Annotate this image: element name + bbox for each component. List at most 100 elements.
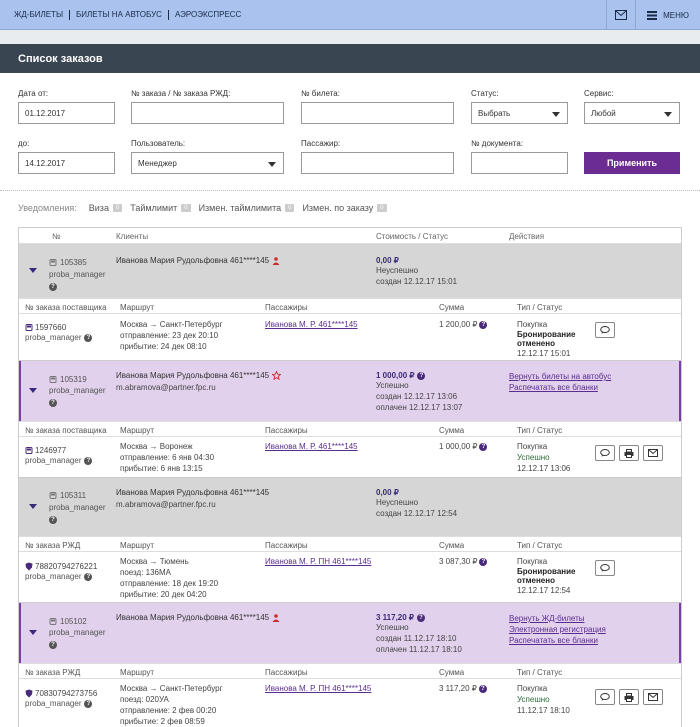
- notifications-bar: Уведомления: Виза 0 Таймлимит 0 Измен. тай…: [18, 203, 395, 213]
- help-icon[interactable]: ?: [84, 333, 93, 342]
- notif-timelimit[interactable]: Таймлимит 0: [130, 203, 191, 213]
- sub-header: № заказа РЖД Маршрут Пассажиры Сумма Тип…: [19, 663, 681, 679]
- route: Москва → Санкт-Петербург: [120, 684, 223, 693]
- passenger-input[interactable]: [301, 152, 454, 174]
- passenger-link[interactable]: Иванова М. Р. ПН 461****145: [265, 556, 371, 567]
- nav-rail-tickets[interactable]: ЖД-БИЛЕТЫ: [14, 10, 71, 20]
- help-icon[interactable]: ?: [479, 320, 488, 329]
- help-icon[interactable]: ?: [49, 397, 57, 407]
- sub-col-type: Тип / Статус: [517, 668, 563, 677]
- help-icon[interactable]: ?: [84, 572, 93, 581]
- caret-down-icon[interactable]: [29, 388, 37, 393]
- departure: отправление: 2 фев 00:20: [120, 706, 217, 715]
- comment-button[interactable]: [595, 689, 615, 705]
- document-number-label: № документа:: [471, 139, 524, 148]
- date-to-label: до:: [18, 139, 30, 148]
- help-icon[interactable]: ?: [49, 639, 57, 649]
- train-icon: [49, 491, 57, 499]
- email-button[interactable]: [643, 445, 663, 461]
- sub-col-route: Маршрут: [120, 303, 155, 312]
- date-from-input[interactable]: 01.12.2017: [18, 102, 115, 124]
- print-button[interactable]: [619, 689, 639, 705]
- help-icon[interactable]: ?: [84, 699, 93, 708]
- date-to-input[interactable]: 14.12.2017: [18, 152, 115, 174]
- comment-button[interactable]: [595, 560, 615, 576]
- ticket-manager: proba_manager?: [25, 572, 93, 581]
- passenger-link[interactable]: Иванова М. Р. ПН 461****145: [265, 683, 371, 694]
- help-icon[interactable]: ?: [49, 514, 57, 524]
- ticket-row: 1597660 proba_manager? Москва → Санкт-Пе…: [19, 314, 681, 360]
- caret-down-icon[interactable]: [29, 268, 37, 273]
- return-bus-tickets-link[interactable]: Вернуть билеты на автобус: [509, 371, 611, 382]
- comment-button[interactable]: [595, 322, 615, 338]
- print-button[interactable]: [619, 445, 639, 461]
- col-clients: Клиенты: [116, 232, 149, 241]
- order-price: 0,00 ₽: [376, 488, 399, 497]
- nav-bus-tickets[interactable]: БИЛЕТЫ НА АВТОБУС: [70, 10, 169, 20]
- electronic-registration-link[interactable]: Электронная регистрация: [509, 624, 606, 635]
- passenger-link[interactable]: Иванова М. Р. 461****145: [265, 319, 358, 330]
- order-id[interactable]: 105319: [60, 375, 87, 384]
- shield-icon: [25, 562, 33, 571]
- mail-button[interactable]: [606, 0, 635, 30]
- print-all-forms-link[interactable]: Распечатать все бланки: [509, 635, 606, 646]
- person-icon: [272, 257, 280, 265]
- ticket-type: Покупка: [517, 557, 548, 566]
- order-id[interactable]: 105102: [60, 617, 87, 626]
- notif-order-change[interactable]: Измен. по заказу 0: [302, 203, 387, 213]
- help-icon[interactable]: ?: [417, 371, 426, 380]
- caret-down-icon[interactable]: [29, 504, 37, 509]
- service-select[interactable]: Любой: [584, 102, 680, 124]
- order-price: 0,00 ₽: [376, 256, 399, 265]
- order-manager: proba_manager: [49, 628, 105, 637]
- order-number-input[interactable]: [131, 102, 284, 124]
- client-name: Иванова Мария Рудольфовна 461****145: [116, 613, 280, 622]
- ticket-manager: proba_manager?: [25, 456, 93, 465]
- order-row: 105385 proba_manager ? Иванова Мария Руд…: [19, 244, 681, 361]
- help-icon[interactable]: ?: [479, 557, 488, 566]
- order-status: Успешно: [376, 381, 409, 390]
- notif-visa[interactable]: Виза 0: [89, 203, 123, 213]
- menu-button[interactable]: МЕНЮ: [635, 0, 700, 30]
- caret-down-icon[interactable]: [29, 630, 37, 635]
- print-all-forms-link[interactable]: Распечатать все бланки: [509, 382, 611, 393]
- document-number-input[interactable]: [471, 152, 568, 174]
- sub-col-number: № заказа РЖД: [25, 668, 81, 677]
- train-number: поезд: 020УА: [120, 695, 169, 704]
- col-number: №: [52, 232, 61, 241]
- return-rail-tickets-link[interactable]: Вернуть ЖД-билеты: [509, 613, 606, 624]
- help-icon[interactable]: ?: [417, 613, 426, 622]
- notif-order-change-count: 0: [377, 204, 387, 212]
- arrival: прибытие: 2 фев 08:59: [120, 717, 205, 726]
- help-icon[interactable]: ?: [478, 684, 487, 693]
- order-id[interactable]: 105311: [60, 491, 86, 500]
- apply-button[interactable]: Применить: [584, 152, 680, 174]
- help-icon[interactable]: ?: [479, 442, 488, 451]
- ticket-number-input[interactable]: [301, 102, 454, 124]
- star-icon[interactable]: [272, 371, 282, 381]
- order-head[interactable]: 105385 proba_manager ? Иванова Мария Руд…: [19, 244, 681, 298]
- route: Москва → Санкт-Петербург: [120, 320, 223, 329]
- client-email: m.abramova@partner.fpc.ru: [116, 383, 216, 392]
- order-head[interactable]: 105311 proba_manager ? Иванова Мария Руд…: [19, 478, 681, 536]
- order-manager: proba_manager: [49, 270, 105, 279]
- ticket-row: 1246977 proba_manager? Москва → Воронеж …: [19, 437, 681, 477]
- sub-col-sum: Сумма: [439, 541, 465, 550]
- notif-timelimit-count: 0: [181, 204, 191, 212]
- status-select[interactable]: Выбрать: [471, 102, 568, 124]
- nav-aeroexpress[interactable]: АЭРОЭКСПРЕСС: [169, 10, 247, 20]
- order-id[interactable]: 105385: [60, 258, 87, 267]
- order-manager: proba_manager: [49, 386, 105, 395]
- user-select[interactable]: Менеджер: [131, 152, 284, 174]
- passenger-link[interactable]: Иванова М. Р. 461****145: [265, 441, 358, 452]
- chat-bubble-icon: [600, 564, 610, 572]
- email-button[interactable]: [643, 689, 663, 705]
- order-head[interactable]: 105102 proba_manager ? Иванова Мария Руд…: [19, 603, 681, 663]
- order-head[interactable]: 105319 proba_manager ? Иванова Мария Руд…: [19, 361, 681, 421]
- comment-button[interactable]: [595, 445, 615, 461]
- notif-timelimit-change[interactable]: Измен. таймлимита 0: [199, 203, 295, 213]
- panel-title: Список заказов: [0, 44, 700, 73]
- help-icon[interactable]: ?: [84, 456, 93, 465]
- help-icon[interactable]: ?: [49, 281, 57, 291]
- notifications-title: Уведомления:: [18, 203, 77, 213]
